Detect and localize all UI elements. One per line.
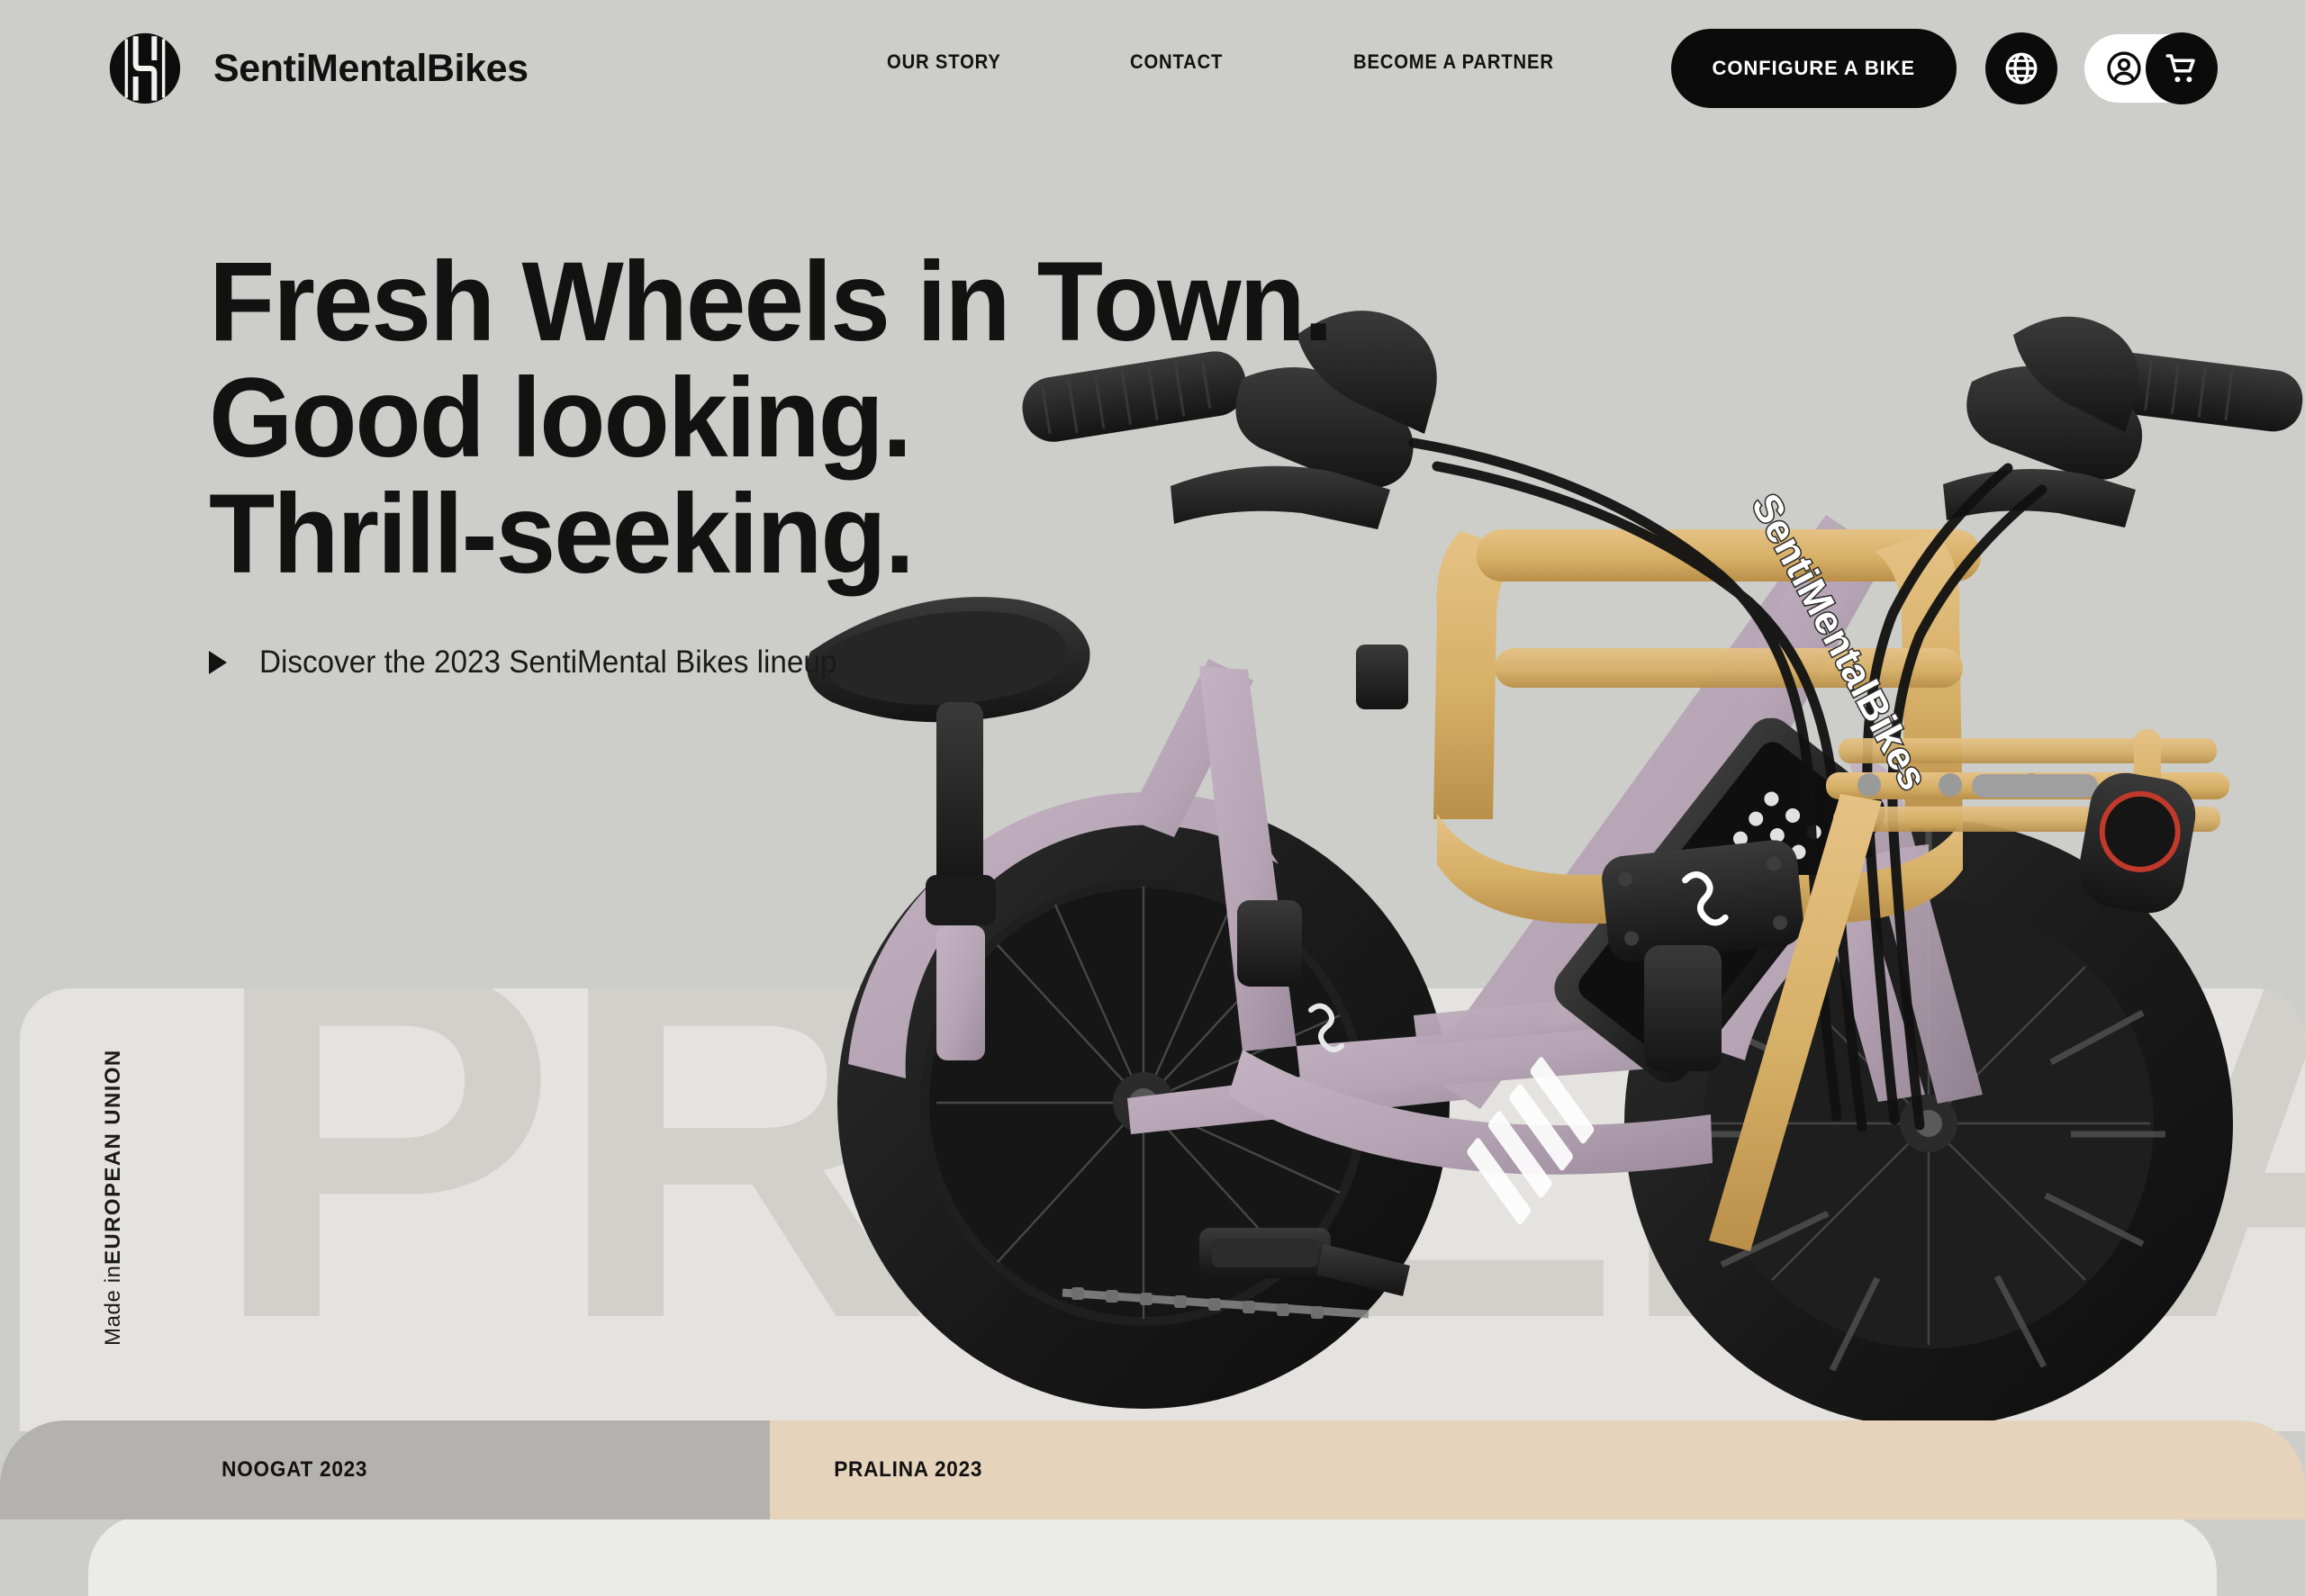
play-triangle-icon xyxy=(209,651,227,675)
user-account-icon xyxy=(2107,51,2141,86)
account-and-cart-group xyxy=(2084,32,2218,104)
language-selector-button[interactable] xyxy=(1985,32,2057,104)
content-panel-below-tabs xyxy=(88,1515,2217,1596)
discover-lineup-link[interactable]: Discover the 2023 SentiMental Bikes line… xyxy=(209,645,1378,681)
made-in-region: EUROPEAN UNION xyxy=(101,1049,125,1266)
discover-lineup-label: Discover the 2023 SentiMental Bikes line… xyxy=(259,645,837,681)
headline-line-3: Thrill-seeking. xyxy=(209,471,915,597)
nav-our-story[interactable]: OUR STORY xyxy=(887,50,1110,74)
tab-noogat-2023[interactable]: NOOGAT 2023 xyxy=(0,1420,770,1519)
headline-line-2: Good looking. xyxy=(209,355,912,481)
configure-a-bike-button[interactable]: CONFIGURE A BIKE xyxy=(1670,29,1957,108)
sentimentalbikes-monogram-icon xyxy=(107,31,183,106)
headline-line-1: Fresh Wheels in Town. xyxy=(209,239,1333,365)
globe-icon xyxy=(2005,52,2038,85)
primary-navigation: OUR STORY CONTACT BECOME A PARTNER xyxy=(887,50,1571,74)
nav-contact[interactable]: CONTACT xyxy=(1130,50,1335,74)
nav-become-a-partner[interactable]: BECOME A PARTNER xyxy=(1353,50,1554,74)
cart-button[interactable] xyxy=(2146,32,2218,104)
hero-copy: Fresh Wheels in Town. Good looking. Thri… xyxy=(209,239,1378,681)
tab-pralina-2023[interactable]: PRALINA 2023 xyxy=(770,1420,2305,1519)
model-tab-bar: NOOGAT 2023 PRALINA 2023 xyxy=(0,1420,2305,1519)
watermark-panel: PRALINA xyxy=(20,988,2305,1431)
brand-name: SentiMentalBikes xyxy=(213,46,529,90)
homepage-root: PRALINA Made in EUROPEAN UNION Fresh Whe… xyxy=(0,0,2305,1596)
page-title: Fresh Wheels in Town. Good looking. Thri… xyxy=(209,239,1333,597)
shopping-cart-icon xyxy=(2165,54,2195,83)
svg-text:SentiMentalBikes: SentiMentalBikes xyxy=(1743,487,1936,798)
brand-logo-link[interactable]: SentiMentalBikes xyxy=(106,30,529,107)
header-actions: CONFIGURE A BIKE xyxy=(1670,29,2218,108)
made-in-european-union-label: Made in EUROPEAN UNION xyxy=(101,1050,126,1346)
tab-pralina-2023-label: PRALINA 2023 xyxy=(834,1457,983,1482)
watermark-model-name: PRALINA xyxy=(209,988,2305,1423)
made-in-prefix: Made in xyxy=(101,1265,125,1346)
site-header: SentiMentalBikes OUR STORY CONTACT BECOM… xyxy=(0,0,2305,135)
tab-noogat-2023-label: NOOGAT 2023 xyxy=(221,1457,368,1482)
